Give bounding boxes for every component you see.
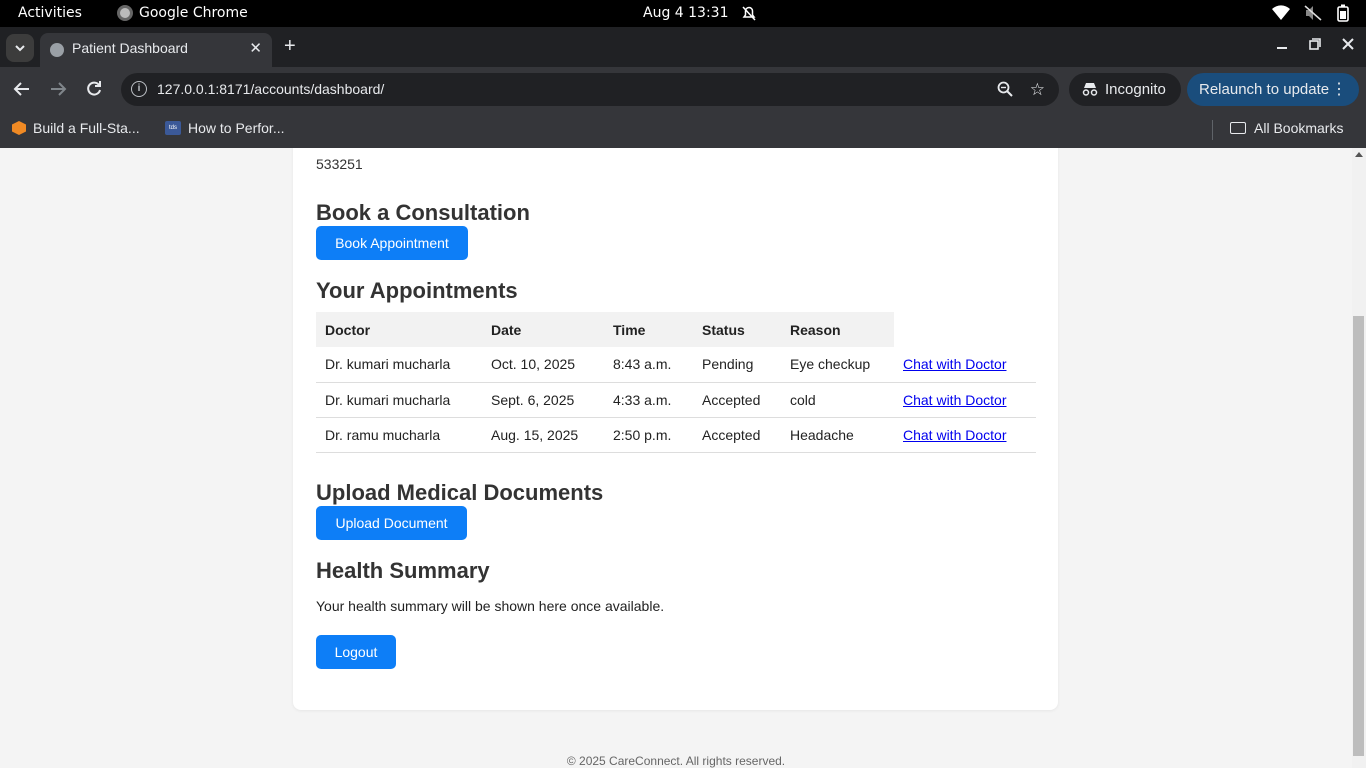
page-viewport: 533251 Book a Consultation Book Appointm… [0,148,1352,768]
logout-button[interactable]: Logout [316,635,396,669]
volume-muted-icon [1304,5,1322,21]
cell-status: Pending [693,347,781,383]
dashboard-card: 533251 Book a Consultation Book Appointm… [293,148,1058,710]
all-bookmarks-label: All Bookmarks [1254,120,1344,136]
health-summary-heading: Health Summary [316,558,490,583]
zoom-icon[interactable] [997,81,1013,97]
wifi-icon [1272,5,1290,21]
tds-icon: tds [165,121,181,135]
cell-reason: cold [781,382,894,418]
bookmark-item[interactable]: Build a Full-Sta... [12,120,140,136]
relaunch-label: Relaunch to update [1199,81,1330,98]
notifications-off-icon [742,6,756,21]
column-header: Status [693,312,781,347]
health-summary-text: Your health summary will be shown here o… [316,598,665,614]
chrome-icon [117,5,133,21]
address-pincode: 533251 [316,156,363,172]
restore-icon [1309,38,1321,50]
tab-strip: Patient Dashboard ✕ + [0,27,1366,67]
battery-icon [1337,4,1349,22]
table-row: Dr. kumari mucharla Sept. 6, 2025 4:33 a… [316,382,1036,418]
bookmarks-separator [1212,120,1213,140]
close-tab-icon[interactable]: ✕ [249,39,262,57]
bookmark-label: Build a Full-Sta... [33,120,140,136]
upload-document-button[interactable]: Upload Document [316,506,467,540]
cell-date: Sept. 6, 2025 [482,382,604,418]
upload-documents-heading: Upload Medical Documents [316,480,604,505]
all-bookmarks-button[interactable]: All Bookmarks [1230,120,1343,136]
chat-with-doctor-link[interactable]: Chat with Doctor [903,356,1006,372]
incognito-icon [1082,83,1098,96]
system-tray[interactable] [1272,4,1350,22]
cell-date: Aug. 15, 2025 [482,417,604,453]
app-menu[interactable]: Google Chrome [117,5,248,21]
appointments-heading: Your Appointments [316,278,518,303]
new-tab-button[interactable]: + [284,35,296,58]
bookmark-item[interactable]: tds How to Perfor... [165,120,284,136]
cell-time: 2:50 p.m. [604,417,693,453]
cell-action: Chat with Doctor [894,382,1036,418]
bookmarks-bar: Build a Full-Sta... tds How to Perfor...… [0,112,1366,148]
bookmark-label: How to Perfor... [188,120,285,136]
column-header-blank [894,312,1036,347]
globe-icon [50,43,64,57]
column-header: Reason [781,312,894,347]
page-footer: © 2025 CareConnect. All rights reserved. [566,754,786,768]
column-header: Date [482,312,604,347]
address-bar[interactable]: i 127.0.0.1:8171/accounts/dashboard/ ☆ [121,73,1059,106]
cell-doctor: Dr. kumari mucharla [316,382,482,418]
close-window-button[interactable] [1342,37,1354,53]
cell-time: 4:33 a.m. [604,382,693,418]
app-name: Google Chrome [139,5,248,21]
appointments-table: Doctor Date Time Status Reason Dr. kumar… [316,312,1036,453]
scrollbar-thumb[interactable] [1353,316,1364,756]
restore-button[interactable] [1309,37,1321,53]
table-row: Dr. kumari mucharla Oct. 10, 2025 8:43 a… [316,347,1036,383]
chevron-down-icon [15,44,25,51]
forward-icon[interactable] [48,79,68,99]
os-top-bar: Activities Google Chrome Aug 4 13:31 [0,0,1366,27]
incognito-indicator[interactable]: Incognito [1069,73,1181,106]
table-header-row: Doctor Date Time Status Reason [316,312,1036,347]
minimize-icon [1277,47,1287,49]
scroll-up-arrow-icon[interactable] [1355,152,1363,157]
cell-date: Oct. 10, 2025 [482,347,604,383]
cell-action: Chat with Doctor [894,417,1036,453]
chat-with-doctor-link[interactable]: Chat with Doctor [903,392,1006,408]
table-row: Dr. ramu mucharla Aug. 15, 2025 2:50 p.m… [316,417,1036,453]
cell-doctor: Dr. ramu mucharla [316,417,482,453]
column-header: Doctor [316,312,482,347]
chat-with-doctor-link[interactable]: Chat with Doctor [903,427,1006,443]
cell-status: Accepted [693,417,781,453]
browser-toolbar: i 127.0.0.1:8171/accounts/dashboard/ ☆ I… [0,67,1366,112]
cube-icon [12,121,26,135]
relaunch-button[interactable]: Relaunch to update ⋮ [1187,73,1359,106]
activities-button[interactable]: Activities [18,5,82,21]
cell-action: Chat with Doctor [894,347,1036,383]
bookmark-star-icon[interactable]: ☆ [1030,80,1045,100]
cell-doctor: Dr. kumari mucharla [316,347,482,383]
url-text[interactable]: 127.0.0.1:8171/accounts/dashboard/ [157,81,384,97]
cell-reason: Headache [781,417,894,453]
reload-icon[interactable] [84,79,104,99]
cell-time: 8:43 a.m. [604,347,693,383]
cell-status: Accepted [693,382,781,418]
column-header: Time [604,312,693,347]
book-appointment-button[interactable]: Book Appointment [316,226,468,260]
clock[interactable]: Aug 4 13:31 [643,5,729,21]
close-icon [1342,38,1354,50]
more-menu-icon[interactable]: ⋮ [1331,79,1347,99]
tab-title: Patient Dashboard [72,40,188,56]
minimize-button[interactable] [1276,37,1288,53]
tab-patient-dashboard[interactable]: Patient Dashboard ✕ [40,33,272,67]
tab-search-button[interactable] [6,34,34,62]
back-icon[interactable] [12,79,32,99]
site-info-icon[interactable]: i [131,81,147,97]
incognito-label: Incognito [1105,81,1166,98]
book-consultation-heading: Book a Consultation [316,200,530,225]
page-scrollbar[interactable] [1352,148,1366,768]
folder-icon [1230,122,1246,134]
cell-reason: Eye checkup [781,347,894,383]
